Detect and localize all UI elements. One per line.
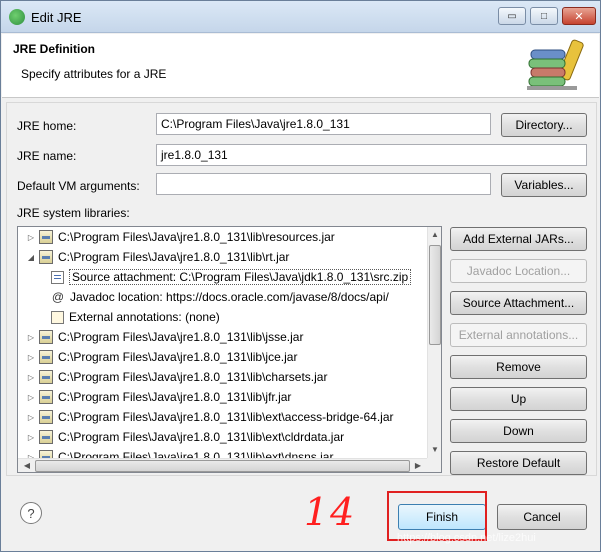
expand-arrow-icon[interactable]: ▷ <box>26 433 36 442</box>
header-title: JRE Definition <box>13 42 96 56</box>
jar-icon <box>39 350 53 364</box>
help-icon[interactable]: ? <box>20 502 42 524</box>
library-row-text: C:\Program Files\Java\jre1.8.0_131\lib\j… <box>58 330 304 344</box>
jre-home-label: JRE home: <box>17 119 77 133</box>
libraries-tree[interactable]: ▷ C:\Program Files\Java\jre1.8.0_131\lib\… <box>17 226 442 473</box>
library-row-text: Source attachment: C:\Program Files\Java… <box>69 269 412 285</box>
library-row[interactable]: ▷ C:\Program Files\Java\jre1.8.0_131\lib\… <box>18 347 428 367</box>
watermark-text: https://blog.csdn.net/lize2hui <box>397 532 536 544</box>
up-button[interactable]: Up <box>450 387 587 411</box>
library-row-text: Javadoc location: https://docs.oracle.co… <box>70 290 389 304</box>
add-external-jars-button[interactable]: Add External JARs... <box>450 227 587 251</box>
external-annotations-button[interactable]: External annotations... <box>450 323 587 347</box>
jar-icon <box>39 250 53 264</box>
library-row[interactable]: ▷ C:\Program Files\Java\jre1.8.0_131\lib\… <box>18 227 428 247</box>
javadoc-location-button[interactable]: Javadoc Location... <box>450 259 587 283</box>
directory-button[interactable]: Directory... <box>501 113 587 137</box>
expand-arrow-icon[interactable]: ▷ <box>26 333 36 342</box>
scroll-left-icon[interactable]: ◀ <box>20 461 34 470</box>
edit-jre-dialog: Edit JRE ▭ □ ✕ JRE Definition Specify at… <box>0 0 601 552</box>
jar-icon <box>39 430 53 444</box>
collapse-arrow-icon[interactable]: ◢ <box>26 253 36 262</box>
jre-name-label: JRE name: <box>17 149 77 163</box>
remove-button[interactable]: Remove <box>450 355 587 379</box>
jre-home-input[interactable]: C:\Program Files\Java\jre1.8.0_131 <box>156 113 491 135</box>
library-attribute-row[interactable]: Source attachment: C:\Program Files\Java… <box>18 267 428 287</box>
library-row[interactable]: ▷ C:\Program Files\Java\jre1.8.0_131\lib\… <box>18 367 428 387</box>
variables-button[interactable]: Variables... <box>501 173 587 197</box>
jre-name-input[interactable]: jre1.8.0_131 <box>156 144 587 166</box>
scroll-up-icon[interactable]: ▲ <box>428 230 441 239</box>
vm-args-input[interactable] <box>156 173 491 195</box>
jar-icon <box>39 370 53 384</box>
libraries-label: JRE system libraries: <box>17 206 130 220</box>
jar-icon <box>39 330 53 344</box>
javadoc-icon: @ <box>51 290 65 304</box>
vertical-scroll-thumb[interactable] <box>429 245 441 345</box>
vertical-scrollbar[interactable]: ▲ ▼ <box>427 227 441 458</box>
horizontal-scrollbar[interactable]: ◀ ▶ <box>18 458 427 472</box>
restore-default-button[interactable]: Restore Default <box>450 451 587 475</box>
expand-arrow-icon[interactable]: ▷ <box>26 353 36 362</box>
scroll-down-icon[interactable]: ▼ <box>428 445 441 454</box>
scroll-right-icon[interactable]: ▶ <box>411 461 425 470</box>
jar-icon <box>39 410 53 424</box>
library-row-text: C:\Program Files\Java\jre1.8.0_131\lib\r… <box>58 230 335 244</box>
title-bar[interactable]: Edit JRE ▭ □ ✕ <box>1 1 600 33</box>
library-row-text: C:\Program Files\Java\jre1.8.0_131\lib\e… <box>58 430 345 444</box>
expand-arrow-icon[interactable]: ▷ <box>26 233 36 242</box>
library-row-text: C:\Program Files\Java\jre1.8.0_131\lib\r… <box>58 250 290 264</box>
expand-arrow-icon[interactable]: ▷ <box>26 413 36 422</box>
minimize-button[interactable]: ▭ <box>498 7 526 25</box>
jar-icon <box>39 230 53 244</box>
expand-arrow-icon[interactable]: ▷ <box>26 373 36 382</box>
close-button[interactable]: ✕ <box>562 7 596 25</box>
library-row-text: External annotations: (none) <box>69 310 220 324</box>
down-button[interactable]: Down <box>450 419 587 443</box>
jar-icon <box>39 390 53 404</box>
cancel-button[interactable]: Cancel <box>497 504 587 530</box>
library-row-text: C:\Program Files\Java\jre1.8.0_131\lib\c… <box>58 370 328 384</box>
source-attachment-button[interactable]: Source Attachment... <box>450 291 587 315</box>
library-attribute-row[interactable]: @ Javadoc location: https://docs.oracle.c… <box>18 287 428 307</box>
source-attachment-icon <box>51 270 64 284</box>
library-row[interactable]: ▷ C:\Program Files\Java\jre1.8.0_131\lib\… <box>18 327 428 347</box>
library-row[interactable]: ◢ C:\Program Files\Java\jre1.8.0_131\lib\… <box>18 247 428 267</box>
window-title: Edit JRE <box>31 10 82 25</box>
annotations-icon <box>51 310 64 324</box>
header-panel: JRE Definition Specify attributes for a … <box>2 34 599 98</box>
eclipse-icon <box>9 9 25 25</box>
library-row-text: C:\Program Files\Java\jre1.8.0_131\lib\j… <box>58 350 298 364</box>
annotation-number: 14 <box>304 490 357 534</box>
library-row[interactable]: ▷ C:\Program Files\Java\jre1.8.0_131\lib\… <box>18 407 428 427</box>
library-attribute-row[interactable]: External annotations: (none) <box>18 307 428 327</box>
expand-arrow-icon[interactable]: ▷ <box>26 393 36 402</box>
header-description: Specify attributes for a JRE <box>21 67 167 81</box>
library-row-text: C:\Program Files\Java\jre1.8.0_131\lib\j… <box>58 390 292 404</box>
vm-args-label: Default VM arguments: <box>17 179 140 193</box>
books-icon <box>527 39 584 90</box>
horizontal-scroll-thumb[interactable] <box>35 460 410 472</box>
library-row-text: C:\Program Files\Java\jre1.8.0_131\lib\e… <box>58 410 394 424</box>
maximize-button[interactable]: □ <box>530 7 558 25</box>
library-row[interactable]: ▷ C:\Program Files\Java\jre1.8.0_131\lib\… <box>18 387 428 407</box>
scroll-corner <box>427 458 441 472</box>
library-row[interactable]: ▷ C:\Program Files\Java\jre1.8.0_131\lib\… <box>18 427 428 447</box>
